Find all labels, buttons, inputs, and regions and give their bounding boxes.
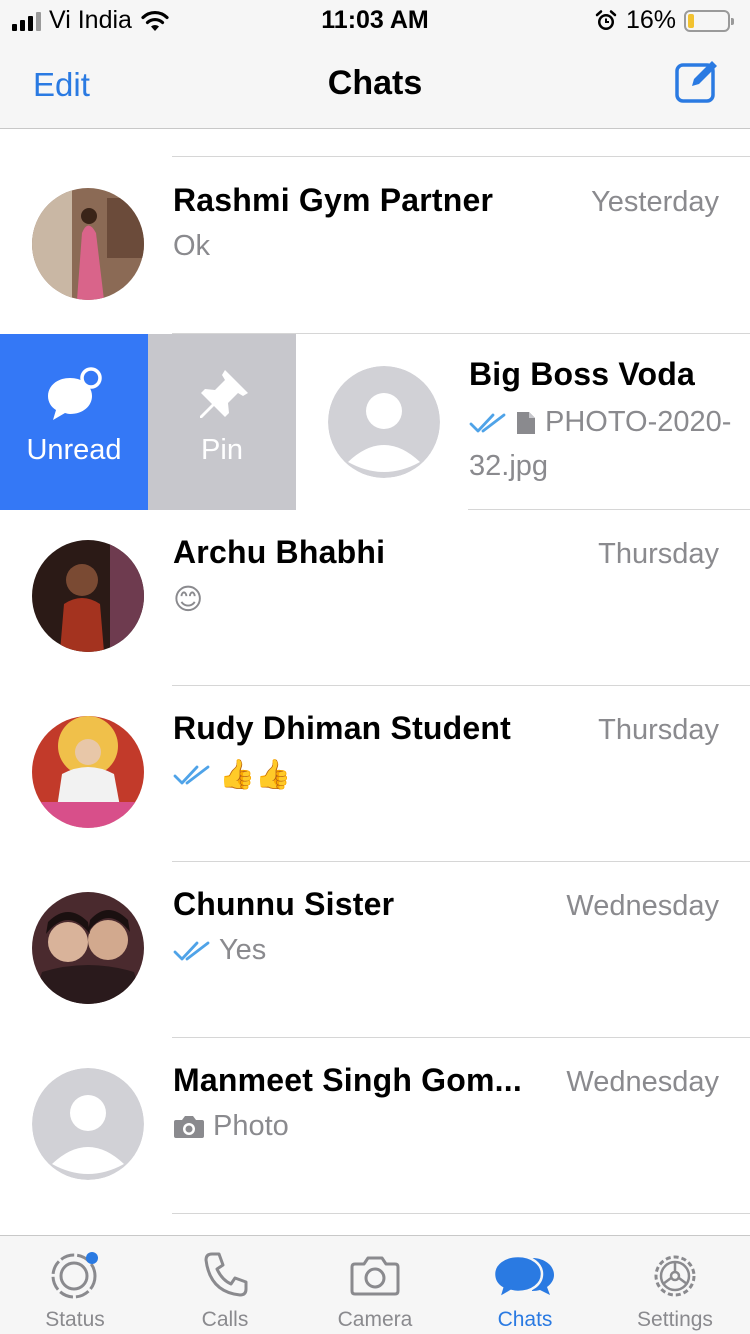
divider — [172, 1213, 750, 1214]
chat-row[interactable]: Archu Bhabhi Thursday 😊 — [0, 510, 750, 686]
double-tick-icon — [469, 413, 506, 432]
avatar-placeholder-icon — [32, 1068, 144, 1180]
battery-level — [688, 13, 694, 28]
chat-time: Yesterday — [591, 186, 719, 218]
status-right: 16% — [594, 6, 734, 35]
navigation-bar: Edit Chats — [0, 40, 750, 129]
chat-preview: Yes — [173, 934, 266, 967]
chat-preview: Ok — [173, 230, 210, 263]
tab-settings[interactable]: Settings — [600, 1236, 750, 1334]
page-title: Chats — [327, 64, 423, 102]
chat-preview-text: 😊 — [173, 584, 204, 616]
chat-time: Wednesday — [566, 1066, 719, 1098]
unread-action-button[interactable]: Unread — [0, 334, 148, 510]
divider — [172, 156, 750, 157]
phone-icon — [204, 1252, 248, 1297]
tab-camera[interactable]: Camera — [300, 1236, 450, 1334]
battery-icon — [684, 9, 734, 32]
avatar — [32, 188, 144, 300]
chat-time: Thursday — [598, 714, 719, 746]
avatar — [32, 716, 144, 828]
chat-time: Wednesday — [566, 890, 719, 922]
tab-status[interactable]: Status — [0, 1236, 150, 1334]
tab-label: Calls — [201, 1308, 249, 1331]
chat-row-swiped[interactable]: Unread Pin Big Boss Voda PHOTO-2020- 32.… — [0, 334, 750, 510]
compose-icon[interactable] — [674, 58, 720, 104]
camera-icon — [174, 1115, 204, 1138]
pin-icon — [200, 370, 248, 418]
chat-preview: Photo — [173, 1110, 289, 1143]
tab-label: Settings — [637, 1308, 713, 1331]
chat-preview: 😊 — [173, 582, 203, 617]
tab-label: Chats — [497, 1308, 553, 1331]
gear-icon — [654, 1255, 696, 1297]
chat-preview-text: Yes — [219, 934, 267, 966]
chat-preview-text: PHOTO-2020- — [545, 406, 732, 438]
chat-name: Chunnu Sister — [173, 886, 395, 922]
status-icon — [51, 1252, 98, 1299]
double-tick-icon — [173, 941, 210, 960]
tab-bar: Status Calls Camera Chats Settings — [0, 1235, 750, 1334]
swiped-chat-content[interactable]: Big Boss Voda PHOTO-2020- 32.jpg — [296, 334, 750, 510]
unread-label: Unread — [26, 434, 122, 466]
chat-name: Manmeet Singh Gom... — [173, 1062, 522, 1098]
chat-name: Big Boss Voda — [469, 356, 696, 392]
chat-row[interactable]: Rashmi Gym Partner Yesterday Ok — [0, 158, 750, 334]
tab-label: Status — [45, 1308, 105, 1331]
chat-preview-text: Ok — [173, 230, 211, 262]
tab-calls[interactable]: Calls — [150, 1236, 300, 1334]
document-icon — [517, 411, 535, 434]
pin-action-button[interactable]: Pin — [148, 334, 296, 510]
chat-name: Archu Bhabhi — [173, 534, 386, 570]
chat-preview-line2: 32.jpg — [469, 450, 549, 482]
double-tick-icon — [173, 765, 210, 785]
chat-preview: 👍👍 — [173, 758, 291, 792]
chat-time: Thursday — [598, 538, 719, 570]
camera-icon — [350, 1256, 400, 1296]
tab-chats[interactable]: Chats — [450, 1236, 600, 1334]
chat-list[interactable]: Rashmi Gym Partner Yesterday Ok Unread P… — [0, 130, 750, 1235]
status-bar: Vi India 11:03 AM 16% — [0, 0, 750, 40]
battery-percent: 16% — [625, 6, 676, 34]
avatar-placeholder-icon — [328, 366, 440, 478]
chat-preview-text: Photo — [213, 1110, 289, 1142]
chat-preview-text: 👍👍 — [219, 759, 292, 791]
chat-name: Rashmi Gym Partner — [173, 182, 494, 218]
unread-chat-icon — [48, 367, 102, 420]
avatar — [32, 892, 144, 1004]
alarm-icon — [595, 9, 617, 30]
avatar — [32, 540, 144, 652]
chat-row[interactable]: Rudy Dhiman Student Thursday 👍👍 — [0, 686, 750, 862]
tab-label: Camera — [337, 1308, 413, 1331]
pin-label: Pin — [201, 434, 243, 466]
chat-row[interactable]: Manmeet Singh Gom... Wednesday Photo — [0, 1038, 750, 1214]
chats-icon — [492, 1254, 554, 1301]
chat-row[interactable]: Chunnu Sister Wednesday Yes — [0, 862, 750, 1038]
chat-preview: PHOTO-2020- — [469, 406, 731, 439]
chat-name: Rudy Dhiman Student — [173, 710, 512, 746]
